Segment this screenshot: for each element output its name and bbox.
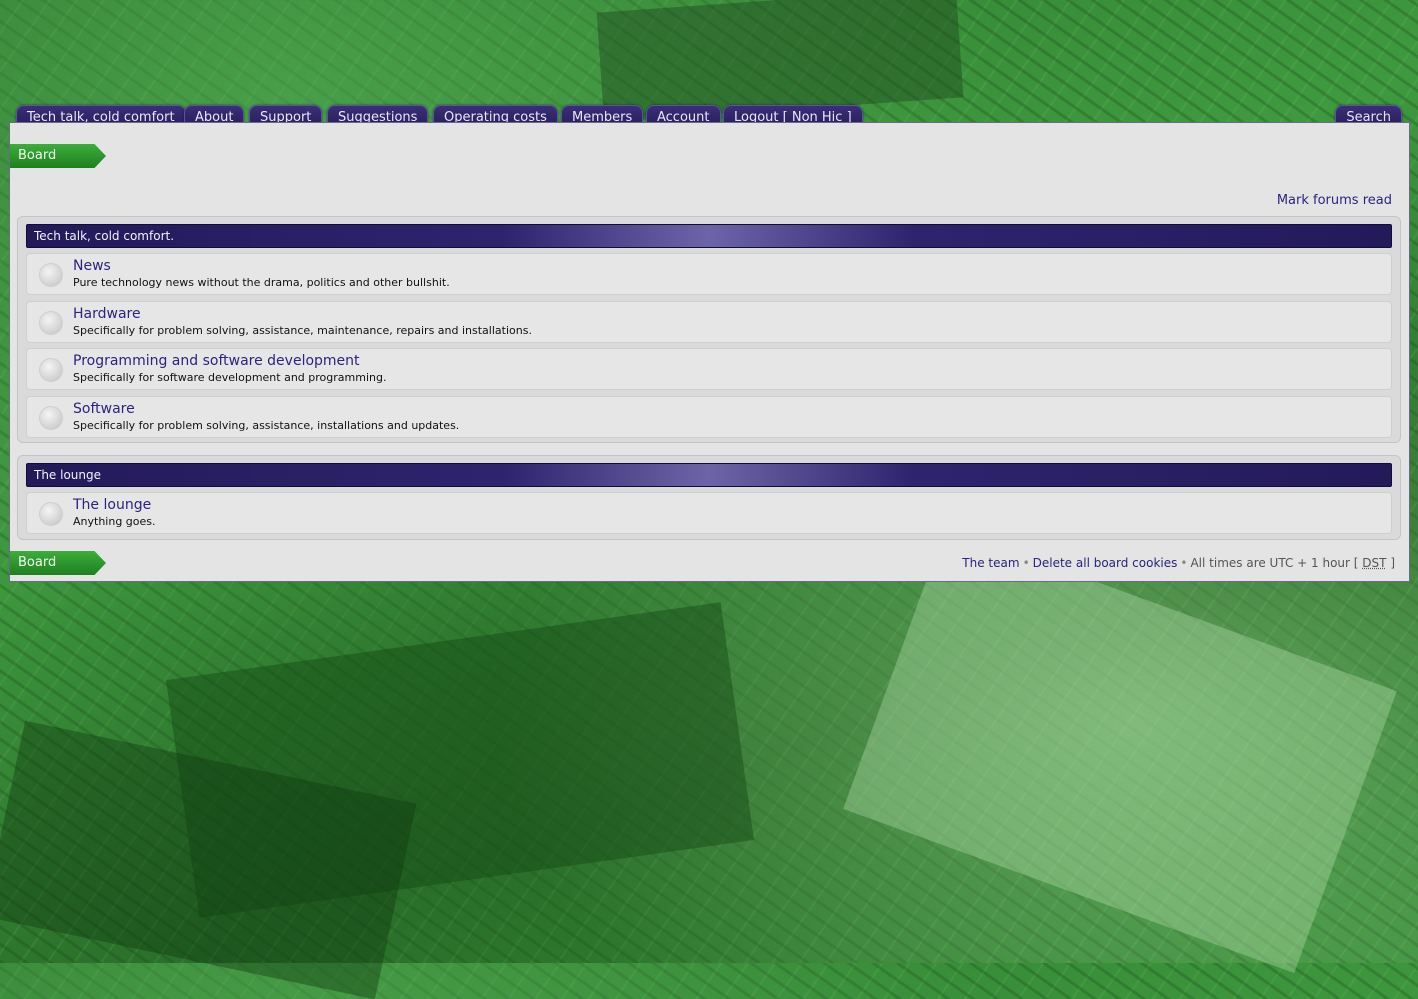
separator: • <box>1180 556 1188 570</box>
dst-abbr: DST <box>1362 556 1387 570</box>
forum-description: Specifically for problem solving, assist… <box>73 419 460 432</box>
forum-row: The lounge Anything goes. <box>26 492 1392 534</box>
delete-cookies-link[interactable]: Delete all board cookies <box>1033 556 1178 570</box>
team-link[interactable]: The team <box>962 556 1019 570</box>
forum-description: Anything goes. <box>73 515 156 528</box>
forum-title-link[interactable]: Software <box>73 401 135 417</box>
forum-title-link[interactable]: Programming and software development <box>73 353 360 369</box>
forum-description: Pure technology news without the drama, … <box>73 276 450 289</box>
forum-description: Specifically for problem solving, assist… <box>73 324 532 337</box>
timezone-text: All times are UTC + 1 hour [ <box>1190 556 1359 570</box>
mark-forums-read-link[interactable]: Mark forums read <box>1277 193 1392 208</box>
category-header: The lounge <box>26 463 1392 487</box>
forum-row: Software Specifically for problem solvin… <box>26 396 1392 438</box>
category-header: Tech talk, cold comfort. <box>26 224 1392 248</box>
forum-read-icon <box>39 502 63 526</box>
forum-read-icon <box>39 358 63 382</box>
forum-read-icon <box>39 263 63 287</box>
forum-read-icon <box>39 406 63 430</box>
main-panel: Board index Mark forums read Tech talk, … <box>9 122 1410 582</box>
forum-title-link[interactable]: Hardware <box>73 306 141 322</box>
breadcrumb-board-index[interactable]: Board index <box>10 144 106 168</box>
breadcrumb-board-index-bottom[interactable]: Board index <box>10 551 106 575</box>
forum-row: Programming and software development Spe… <box>26 348 1392 390</box>
category-block: The lounge The lounge Anything goes. <box>17 455 1401 540</box>
forum-row: Hardware Specifically for problem solvin… <box>26 301 1392 343</box>
forum-description: Specifically for software development an… <box>73 371 387 384</box>
separator: • <box>1022 556 1030 570</box>
forum-row: News Pure technology news without the dr… <box>26 253 1392 295</box>
footer-links: The team • Delete all board cookies • All ti… <box>962 556 1395 570</box>
timezone-suffix: ] <box>1390 556 1395 570</box>
forum-read-icon <box>39 311 63 335</box>
forum-title-link[interactable]: News <box>73 258 111 274</box>
forum-title-link[interactable]: The lounge <box>73 497 151 513</box>
category-block: Tech talk, cold comfort. News Pure techn… <box>17 216 1401 443</box>
